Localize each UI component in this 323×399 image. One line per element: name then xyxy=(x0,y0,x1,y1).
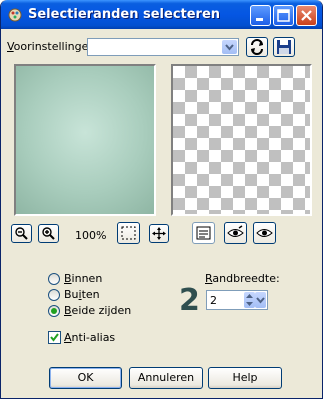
marquee-selection-icon xyxy=(121,226,136,240)
minimize-button[interactable] xyxy=(250,5,271,26)
title-bar[interactable]: Selectieranden selecteren xyxy=(1,0,322,29)
border-width-label: Randbreedte: xyxy=(205,272,280,285)
presets-label: Voorinstellingen: xyxy=(7,40,100,53)
reset-arrows-icon xyxy=(251,39,263,55)
anti-alias-label[interactable]: Anti-alias xyxy=(64,331,115,344)
proof-button[interactable] xyxy=(224,222,247,244)
reset-preset-button[interactable] xyxy=(246,37,268,57)
spin-arrows-icon xyxy=(246,294,253,306)
minimize-icon xyxy=(256,18,263,21)
spin-up-down-button[interactable] xyxy=(244,292,255,308)
zoom-level: 100% xyxy=(75,229,107,242)
dropdown-arrow[interactable] xyxy=(222,40,237,54)
help-button[interactable]: Help xyxy=(208,367,282,389)
maximize-icon xyxy=(277,9,290,22)
maximize-button[interactable] xyxy=(273,5,294,26)
chevron-down-icon xyxy=(256,297,265,304)
eye-icon xyxy=(256,229,273,237)
spin-dropdown-button[interactable] xyxy=(255,292,266,308)
radio-outside-label[interactable]: Buiten xyxy=(64,288,100,301)
zoom-in-button[interactable] xyxy=(38,224,59,243)
window-title: Selectieranden selecteren xyxy=(28,7,221,22)
preview-panel-icon xyxy=(196,226,211,240)
checkmark-icon xyxy=(50,333,59,342)
close-button[interactable] xyxy=(296,5,317,26)
move-arrows-icon xyxy=(152,227,166,240)
radio-outside[interactable] xyxy=(48,289,60,301)
border-width-spinner[interactable]: 2 xyxy=(206,290,268,310)
fit-selection-button[interactable] xyxy=(117,222,140,244)
zoom-out-button[interactable] xyxy=(11,224,32,243)
pan-button[interactable] xyxy=(149,224,169,243)
preview-after[interactable] xyxy=(171,64,312,216)
zoom-out-icon xyxy=(15,227,28,240)
app-icon xyxy=(8,8,22,22)
cancel-button[interactable]: Annuleren xyxy=(129,367,203,389)
eye-refresh-icon xyxy=(227,225,244,237)
radio-both-sides-label[interactable]: Beide zijden xyxy=(64,304,131,317)
chevron-down-icon xyxy=(225,44,234,51)
toggle-preview-button[interactable] xyxy=(192,222,215,244)
floppy-disk-icon xyxy=(277,40,291,54)
overlay-number: 2 xyxy=(179,283,200,318)
auto-proof-button[interactable] xyxy=(253,222,276,244)
presets-dropdown[interactable] xyxy=(87,38,239,56)
anti-alias-checkbox[interactable] xyxy=(48,331,61,344)
radio-both-sides[interactable] xyxy=(48,305,60,317)
zoom-in-icon xyxy=(42,227,55,240)
ok-button[interactable]: OK xyxy=(49,367,122,389)
border-width-value[interactable]: 2 xyxy=(210,294,217,307)
save-preset-button[interactable] xyxy=(273,37,295,57)
dialog-window: Selectieranden selecteren Voorinstelling… xyxy=(0,0,323,399)
radio-inside-label[interactable]: Binnen xyxy=(64,272,102,285)
close-icon xyxy=(301,10,312,21)
radio-inside[interactable] xyxy=(48,273,60,285)
preview-before[interactable] xyxy=(14,64,156,216)
